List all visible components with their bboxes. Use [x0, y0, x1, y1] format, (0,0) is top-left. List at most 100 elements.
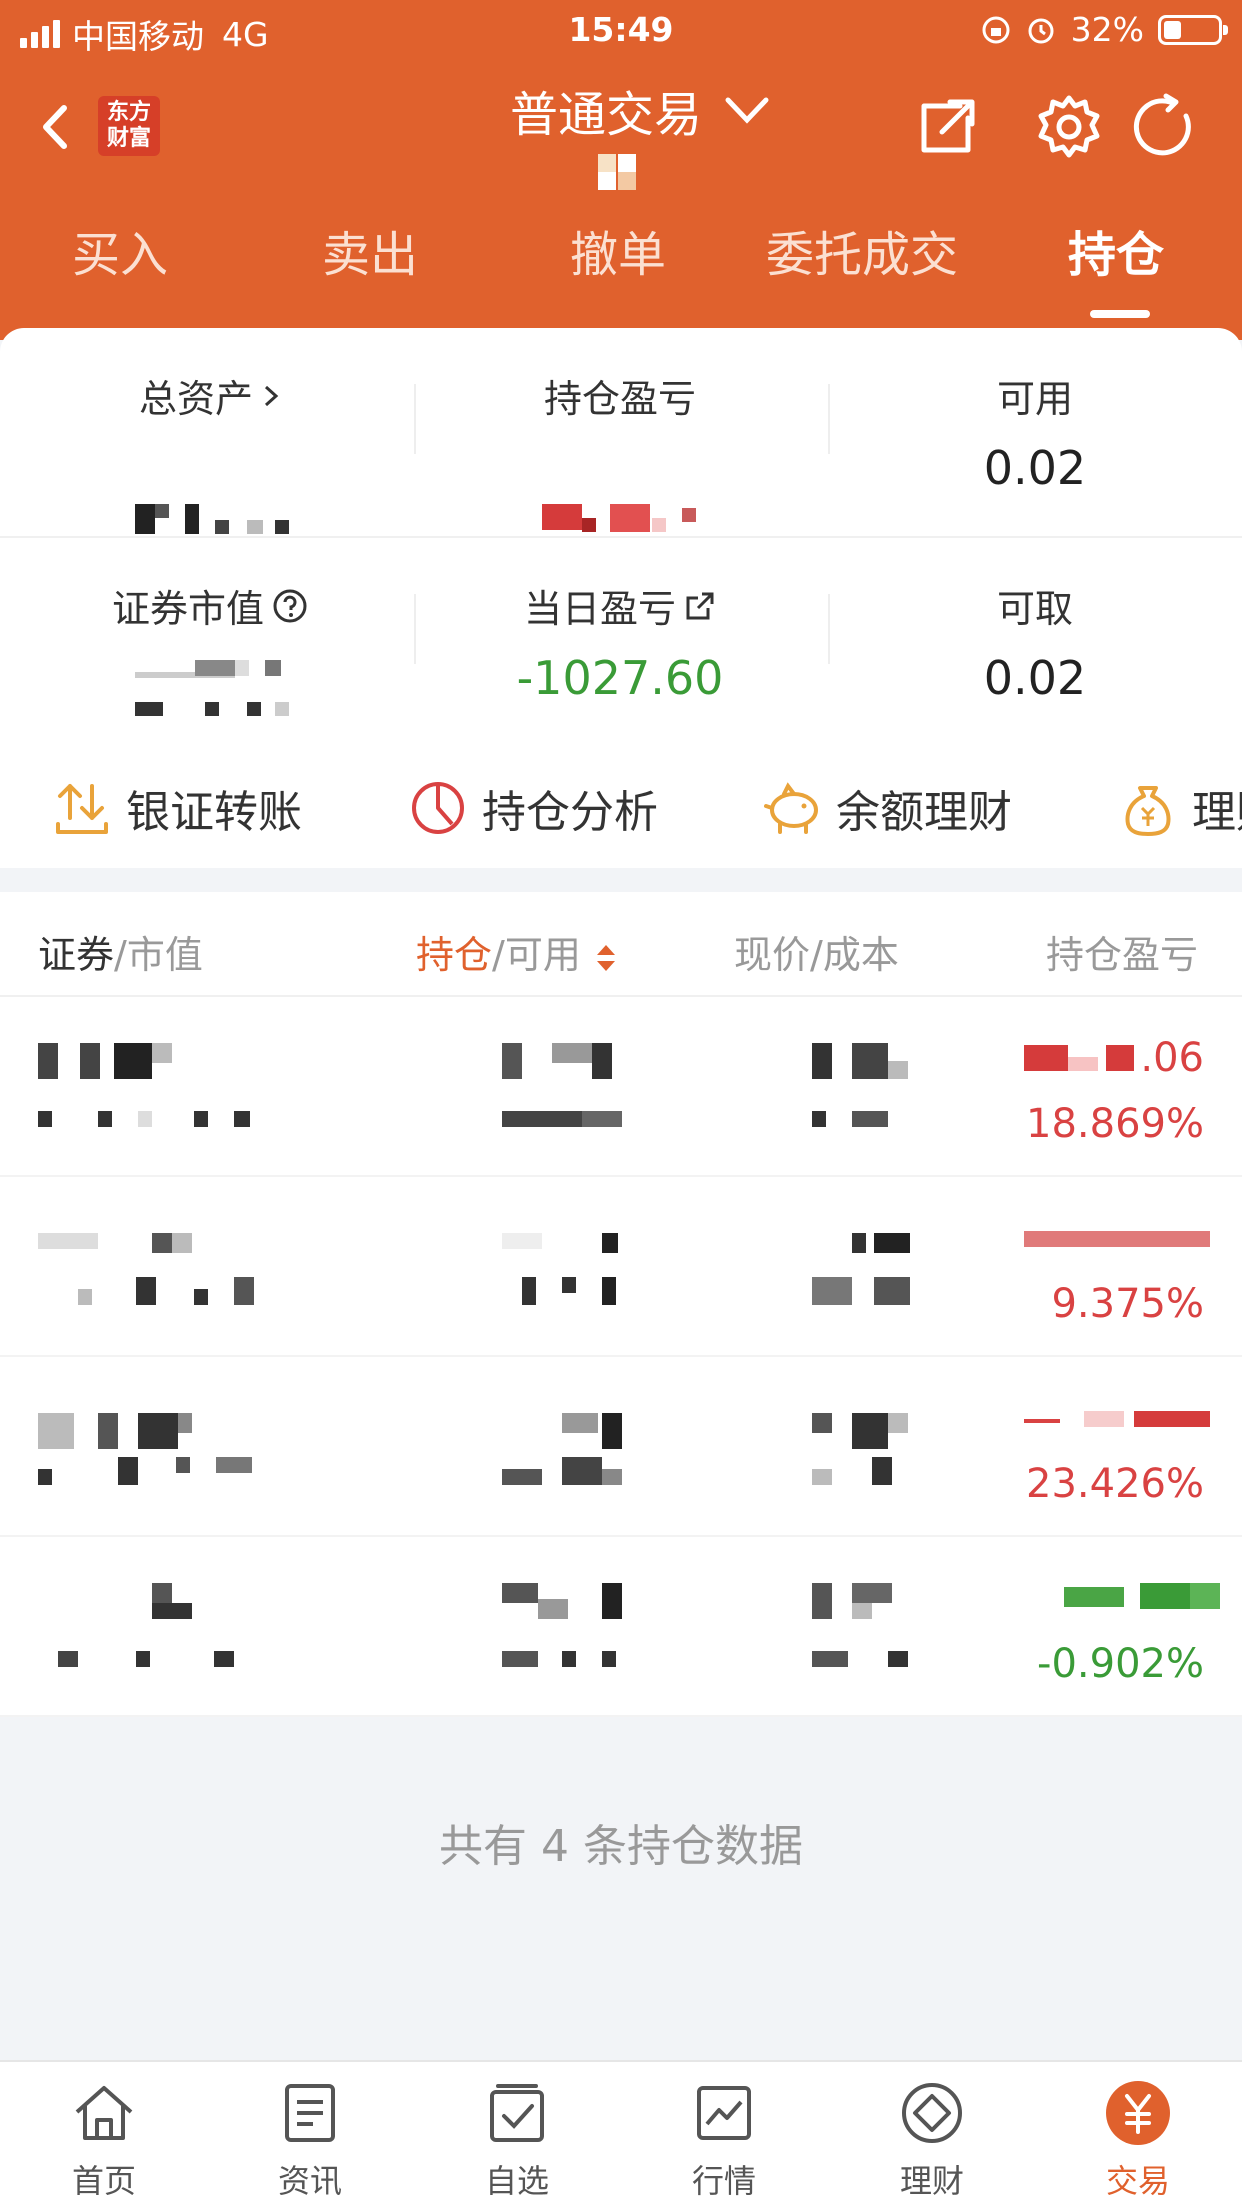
pnl-percent: 18.869%	[1026, 1101, 1204, 1147]
daily-pnl-label: 当日盈亏	[523, 587, 676, 631]
brand-logo: 东方 财富	[98, 96, 160, 156]
battery-icon	[1158, 14, 1228, 45]
money-bag-icon	[1125, 786, 1171, 836]
pnl-percent: 9.375%	[1051, 1281, 1204, 1327]
bottom-tab-news[interactable]: 资讯	[240, 2078, 380, 2202]
piggy-bank-icon	[764, 782, 818, 834]
col-position-header[interactable]: 持仓/可用	[416, 924, 619, 979]
back-icon[interactable]	[30, 92, 80, 162]
orientation-lock-icon	[982, 16, 1010, 43]
bottom-tab-watchlist[interactable]: 自选	[447, 2078, 587, 2202]
market-icon	[697, 2086, 751, 2140]
news-icon	[285, 2084, 335, 2142]
divider	[414, 594, 416, 664]
page-title: 普通交易	[510, 87, 703, 143]
quantity-redacted	[502, 1583, 642, 1683]
chevron-down-icon	[725, 97, 769, 124]
bottom-tab-market[interactable]: 行情	[654, 2078, 794, 2202]
positions-count: 共有 4 条持仓数据	[439, 1821, 803, 1872]
divider	[414, 384, 416, 454]
table-row[interactable]: 23.426%	[0, 1357, 1242, 1537]
withdrawable-value: 0.02	[983, 651, 1087, 705]
pnl-amount: .06	[1140, 1035, 1204, 1081]
daily-pnl-value: -1027.60	[516, 651, 724, 705]
table-row[interactable]: 9.375%	[0, 1177, 1242, 1357]
security-redacted	[38, 1043, 288, 1143]
bottom-tab-trade[interactable]: 交易	[1068, 2078, 1208, 2202]
divider	[0, 536, 1242, 538]
quantity-redacted	[502, 1233, 642, 1333]
quantity-redacted	[502, 1043, 642, 1143]
trade-tabs: 买入 卖出 撤单 委托成交 持仓	[0, 215, 1242, 305]
positions-table-header: 证券/市值 持仓/可用 现价/成本 持仓盈亏	[0, 892, 1242, 997]
security-redacted	[38, 1583, 288, 1683]
quick-action-analysis[interactable]: 持仓分析	[408, 776, 658, 840]
bottom-tab-bar: 首页 资讯 自选 行情 理财 交易	[0, 2060, 1242, 2208]
position-pnl-label: 持仓盈亏	[543, 377, 696, 421]
available-value: 0.02	[983, 441, 1087, 495]
pnl-amount-redacted	[1064, 1583, 1220, 1609]
divider	[828, 594, 830, 664]
nav-row: 东方 财富 普通交易	[0, 70, 1242, 190]
market-value-label: 证券市值	[111, 587, 264, 631]
quick-action-transfer[interactable]: 银证转账	[52, 776, 302, 840]
price-redacted	[812, 1583, 932, 1683]
tab-orders[interactable]: 委托成交	[766, 215, 958, 285]
available-cell: 可用 0.02	[865, 368, 1205, 495]
alarm-icon	[1028, 18, 1054, 43]
share-icon[interactable]	[912, 92, 982, 162]
sort-icon	[596, 944, 615, 971]
total-assets-label: 总资产	[138, 377, 253, 421]
available-label: 可用	[996, 377, 1073, 421]
account-number-redacted	[598, 154, 658, 190]
quantity-redacted	[502, 1413, 642, 1513]
help-icon[interactable]	[272, 588, 308, 624]
trade-positions-page: 中国移动 4G 15:49 32% 东方 财富 普通交易 买入 卖出 撤单 委托…	[0, 0, 1242, 2208]
trade-icon	[1106, 2081, 1170, 2145]
wealth-icon	[902, 2083, 962, 2143]
col-price-header[interactable]: 现价/成本	[734, 924, 899, 979]
active-tab-indicator	[1090, 310, 1150, 318]
divider	[828, 384, 830, 454]
market-value-redacted	[135, 656, 295, 736]
withdrawable-label: 可取	[996, 587, 1073, 631]
tab-sell[interactable]: 卖出	[322, 215, 418, 285]
gear-icon[interactable]	[1034, 92, 1104, 162]
app-header: 中国移动 4G 15:49 32% 东方 财富 普通交易 买入 卖出 撤单 委托…	[0, 0, 1242, 340]
transfer-icon	[56, 784, 108, 834]
watchlist-icon	[490, 2084, 544, 2142]
total-assets-redacted	[135, 500, 295, 536]
pie-chart-icon	[412, 782, 464, 834]
price-redacted	[812, 1413, 932, 1513]
account-selector[interactable]: 普通交易	[510, 75, 772, 145]
pnl-amount-redacted	[1024, 1231, 1220, 1251]
daily-pnl-cell[interactable]: 当日盈亏 -1027.60	[450, 578, 790, 705]
total-assets-cell[interactable]: 总资产	[40, 368, 380, 534]
quick-actions: 银证转账 持仓分析 余额理财 理财	[0, 760, 1242, 860]
pnl-amount-redacted	[1024, 1411, 1220, 1431]
bottom-tab-wealth[interactable]: 理财	[862, 2078, 1002, 2202]
security-redacted	[38, 1233, 288, 1333]
battery-percent: 32%	[1070, 10, 1144, 49]
table-row[interactable]: .06 18.869%	[0, 997, 1242, 1177]
price-redacted	[812, 1043, 932, 1143]
bottom-tab-home[interactable]: 首页	[34, 2078, 174, 2202]
quick-action-balance-wealth[interactable]: 余额理财	[762, 776, 1012, 840]
table-row[interactable]: -0.902%	[0, 1537, 1242, 1717]
col-pnl-header[interactable]: 持仓盈亏	[1046, 924, 1198, 979]
price-redacted	[812, 1233, 932, 1333]
market-value-cell: 证券市值	[40, 578, 380, 716]
security-redacted	[38, 1413, 288, 1513]
position-pnl-cell: 持仓盈亏	[450, 368, 790, 532]
refresh-icon[interactable]	[1130, 92, 1200, 162]
withdrawable-cell: 可取 0.02	[865, 578, 1205, 705]
col-security-header[interactable]: 证券/市值	[38, 924, 203, 979]
home-icon	[75, 2086, 133, 2140]
chevron-right-icon	[264, 385, 279, 406]
tab-positions[interactable]: 持仓	[1068, 215, 1164, 285]
quick-action-wealth[interactable]: 理财	[1118, 776, 1242, 840]
tab-buy[interactable]: 买入	[72, 215, 168, 285]
position-pnl-redacted	[542, 500, 702, 536]
status-right: 32%	[981, 10, 1228, 49]
tab-cancel[interactable]: 撤单	[570, 215, 666, 285]
